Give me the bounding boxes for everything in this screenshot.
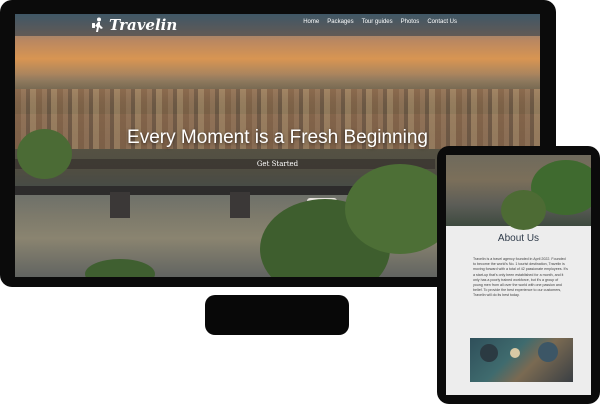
traveler-icon <box>92 17 103 32</box>
nav-contact-us[interactable]: Contact Us <box>427 19 457 25</box>
photo-person <box>480 344 498 362</box>
nav-links: Home Packages Tour guides Photos Contact… <box>303 19 457 25</box>
tablet-frame: About Us Travelin is a travel agency fou… <box>437 146 600 404</box>
nav-home[interactable]: Home <box>303 19 319 25</box>
nav-packages[interactable]: Packages <box>327 19 353 25</box>
tablet-screen: About Us Travelin is a travel agency fou… <box>446 155 591 395</box>
brand-logo[interactable]: Travelin <box>91 16 177 34</box>
about-text: Travelin is a travel agency founded in A… <box>473 257 568 298</box>
bridge-pier <box>230 192 250 218</box>
monitor-stand <box>205 295 349 335</box>
photo-person <box>538 342 558 362</box>
nav-tour-guides[interactable]: Tour guides <box>362 19 393 25</box>
about-heading: About Us <box>497 233 540 244</box>
brand-name: Travelin <box>109 16 178 34</box>
tablet-hero-image <box>446 155 591 230</box>
photo-lamp <box>510 348 520 358</box>
about-photo <box>470 338 573 382</box>
tablet-hero-tree <box>501 190 546 230</box>
top-nav: Travelin Home Packages Tour guides Photo… <box>15 14 540 36</box>
nav-photos[interactable]: Photos <box>401 19 420 25</box>
bridge-near <box>15 186 380 195</box>
bridge-pier <box>110 192 130 218</box>
